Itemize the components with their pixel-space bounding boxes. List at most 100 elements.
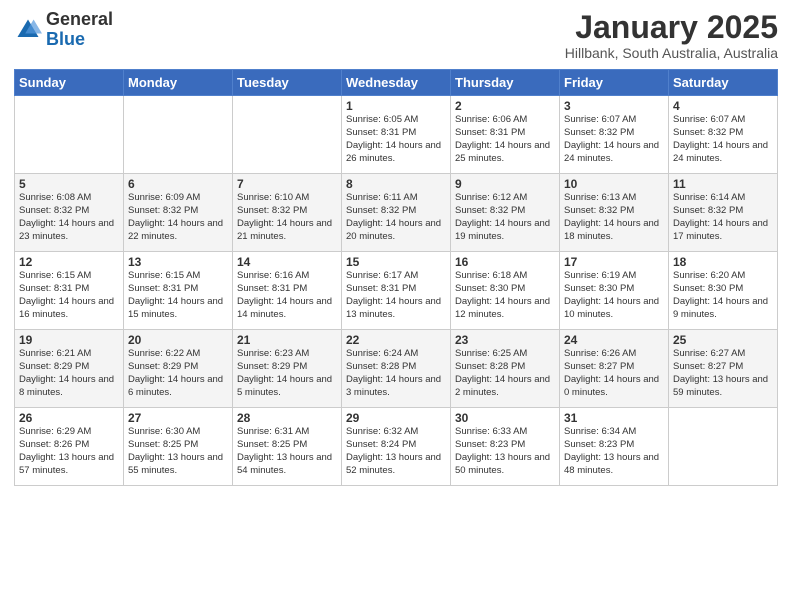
calendar-week-2: 5Sunrise: 6:08 AM Sunset: 8:32 PM Daylig…: [15, 174, 778, 252]
day-number: 7: [237, 177, 337, 191]
calendar-header-row: SundayMondayTuesdayWednesdayThursdayFrid…: [15, 70, 778, 96]
calendar-cell: [124, 96, 233, 174]
calendar-cell: 5Sunrise: 6:08 AM Sunset: 8:32 PM Daylig…: [15, 174, 124, 252]
day-info: Sunrise: 6:07 AM Sunset: 8:32 PM Dayligh…: [564, 114, 664, 165]
day-number: 26: [19, 411, 119, 425]
day-info: Sunrise: 6:11 AM Sunset: 8:32 PM Dayligh…: [346, 192, 446, 243]
day-number: 21: [237, 333, 337, 347]
day-header-thursday: Thursday: [451, 70, 560, 96]
day-info: Sunrise: 6:33 AM Sunset: 8:23 PM Dayligh…: [455, 426, 555, 477]
day-number: 16: [455, 255, 555, 269]
day-info: Sunrise: 6:13 AM Sunset: 8:32 PM Dayligh…: [564, 192, 664, 243]
calendar-cell: 28Sunrise: 6:31 AM Sunset: 8:25 PM Dayli…: [233, 408, 342, 486]
day-info: Sunrise: 6:20 AM Sunset: 8:30 PM Dayligh…: [673, 270, 773, 321]
day-number: 27: [128, 411, 228, 425]
logo-text: General Blue: [46, 10, 113, 50]
calendar-cell: 12Sunrise: 6:15 AM Sunset: 8:31 PM Dayli…: [15, 252, 124, 330]
calendar-cell: [233, 96, 342, 174]
calendar-cell: 30Sunrise: 6:33 AM Sunset: 8:23 PM Dayli…: [451, 408, 560, 486]
day-number: 5: [19, 177, 119, 191]
calendar-cell: 24Sunrise: 6:26 AM Sunset: 8:27 PM Dayli…: [560, 330, 669, 408]
day-number: 9: [455, 177, 555, 191]
calendar-cell: [669, 408, 778, 486]
calendar-cell: 27Sunrise: 6:30 AM Sunset: 8:25 PM Dayli…: [124, 408, 233, 486]
calendar-cell: 21Sunrise: 6:23 AM Sunset: 8:29 PM Dayli…: [233, 330, 342, 408]
day-info: Sunrise: 6:31 AM Sunset: 8:25 PM Dayligh…: [237, 426, 337, 477]
day-number: 2: [455, 99, 555, 113]
header-area: General Blue January 2025 Hillbank, Sout…: [14, 10, 778, 61]
calendar-cell: 4Sunrise: 6:07 AM Sunset: 8:32 PM Daylig…: [669, 96, 778, 174]
day-info: Sunrise: 6:17 AM Sunset: 8:31 PM Dayligh…: [346, 270, 446, 321]
day-info: Sunrise: 6:19 AM Sunset: 8:30 PM Dayligh…: [564, 270, 664, 321]
day-number: 15: [346, 255, 446, 269]
day-info: Sunrise: 6:15 AM Sunset: 8:31 PM Dayligh…: [128, 270, 228, 321]
day-info: Sunrise: 6:18 AM Sunset: 8:30 PM Dayligh…: [455, 270, 555, 321]
calendar-week-5: 26Sunrise: 6:29 AM Sunset: 8:26 PM Dayli…: [15, 408, 778, 486]
title-area: January 2025 Hillbank, South Australia, …: [565, 10, 778, 61]
day-info: Sunrise: 6:07 AM Sunset: 8:32 PM Dayligh…: [673, 114, 773, 165]
day-number: 24: [564, 333, 664, 347]
calendar-cell: 1Sunrise: 6:05 AM Sunset: 8:31 PM Daylig…: [342, 96, 451, 174]
day-header-monday: Monday: [124, 70, 233, 96]
day-header-sunday: Sunday: [15, 70, 124, 96]
day-number: 30: [455, 411, 555, 425]
day-number: 1: [346, 99, 446, 113]
location-title: Hillbank, South Australia, Australia: [565, 45, 778, 61]
day-number: 22: [346, 333, 446, 347]
day-info: Sunrise: 6:26 AM Sunset: 8:27 PM Dayligh…: [564, 348, 664, 399]
day-number: 23: [455, 333, 555, 347]
day-number: 12: [19, 255, 119, 269]
day-number: 31: [564, 411, 664, 425]
day-number: 3: [564, 99, 664, 113]
day-info: Sunrise: 6:05 AM Sunset: 8:31 PM Dayligh…: [346, 114, 446, 165]
calendar-cell: 8Sunrise: 6:11 AM Sunset: 8:32 PM Daylig…: [342, 174, 451, 252]
day-number: 4: [673, 99, 773, 113]
day-info: Sunrise: 6:34 AM Sunset: 8:23 PM Dayligh…: [564, 426, 664, 477]
calendar-cell: 26Sunrise: 6:29 AM Sunset: 8:26 PM Dayli…: [15, 408, 124, 486]
day-info: Sunrise: 6:10 AM Sunset: 8:32 PM Dayligh…: [237, 192, 337, 243]
calendar-cell: 2Sunrise: 6:06 AM Sunset: 8:31 PM Daylig…: [451, 96, 560, 174]
day-info: Sunrise: 6:27 AM Sunset: 8:27 PM Dayligh…: [673, 348, 773, 399]
calendar-cell: 15Sunrise: 6:17 AM Sunset: 8:31 PM Dayli…: [342, 252, 451, 330]
calendar-cell: 31Sunrise: 6:34 AM Sunset: 8:23 PM Dayli…: [560, 408, 669, 486]
calendar-cell: 16Sunrise: 6:18 AM Sunset: 8:30 PM Dayli…: [451, 252, 560, 330]
calendar-table: SundayMondayTuesdayWednesdayThursdayFrid…: [14, 69, 778, 486]
calendar-cell: [15, 96, 124, 174]
calendar-cell: 14Sunrise: 6:16 AM Sunset: 8:31 PM Dayli…: [233, 252, 342, 330]
calendar-cell: 3Sunrise: 6:07 AM Sunset: 8:32 PM Daylig…: [560, 96, 669, 174]
calendar-cell: 23Sunrise: 6:25 AM Sunset: 8:28 PM Dayli…: [451, 330, 560, 408]
day-info: Sunrise: 6:15 AM Sunset: 8:31 PM Dayligh…: [19, 270, 119, 321]
logo: General Blue: [14, 10, 113, 50]
page: General Blue January 2025 Hillbank, Sout…: [0, 0, 792, 612]
calendar-week-4: 19Sunrise: 6:21 AM Sunset: 8:29 PM Dayli…: [15, 330, 778, 408]
calendar-week-1: 1Sunrise: 6:05 AM Sunset: 8:31 PM Daylig…: [15, 96, 778, 174]
day-header-saturday: Saturday: [669, 70, 778, 96]
month-title: January 2025: [565, 10, 778, 45]
day-info: Sunrise: 6:21 AM Sunset: 8:29 PM Dayligh…: [19, 348, 119, 399]
day-number: 8: [346, 177, 446, 191]
day-info: Sunrise: 6:22 AM Sunset: 8:29 PM Dayligh…: [128, 348, 228, 399]
calendar-cell: 6Sunrise: 6:09 AM Sunset: 8:32 PM Daylig…: [124, 174, 233, 252]
day-number: 6: [128, 177, 228, 191]
day-info: Sunrise: 6:12 AM Sunset: 8:32 PM Dayligh…: [455, 192, 555, 243]
calendar-cell: 10Sunrise: 6:13 AM Sunset: 8:32 PM Dayli…: [560, 174, 669, 252]
day-header-tuesday: Tuesday: [233, 70, 342, 96]
day-info: Sunrise: 6:08 AM Sunset: 8:32 PM Dayligh…: [19, 192, 119, 243]
day-info: Sunrise: 6:29 AM Sunset: 8:26 PM Dayligh…: [19, 426, 119, 477]
day-number: 28: [237, 411, 337, 425]
day-number: 20: [128, 333, 228, 347]
day-info: Sunrise: 6:16 AM Sunset: 8:31 PM Dayligh…: [237, 270, 337, 321]
calendar-week-3: 12Sunrise: 6:15 AM Sunset: 8:31 PM Dayli…: [15, 252, 778, 330]
day-info: Sunrise: 6:24 AM Sunset: 8:28 PM Dayligh…: [346, 348, 446, 399]
day-info: Sunrise: 6:32 AM Sunset: 8:24 PM Dayligh…: [346, 426, 446, 477]
day-info: Sunrise: 6:14 AM Sunset: 8:32 PM Dayligh…: [673, 192, 773, 243]
logo-blue: Blue: [46, 29, 85, 49]
day-header-friday: Friday: [560, 70, 669, 96]
calendar-cell: 11Sunrise: 6:14 AM Sunset: 8:32 PM Dayli…: [669, 174, 778, 252]
calendar-cell: 18Sunrise: 6:20 AM Sunset: 8:30 PM Dayli…: [669, 252, 778, 330]
day-number: 18: [673, 255, 773, 269]
calendar-cell: 19Sunrise: 6:21 AM Sunset: 8:29 PM Dayli…: [15, 330, 124, 408]
calendar-cell: 29Sunrise: 6:32 AM Sunset: 8:24 PM Dayli…: [342, 408, 451, 486]
logo-icon: [14, 16, 42, 44]
day-info: Sunrise: 6:25 AM Sunset: 8:28 PM Dayligh…: [455, 348, 555, 399]
